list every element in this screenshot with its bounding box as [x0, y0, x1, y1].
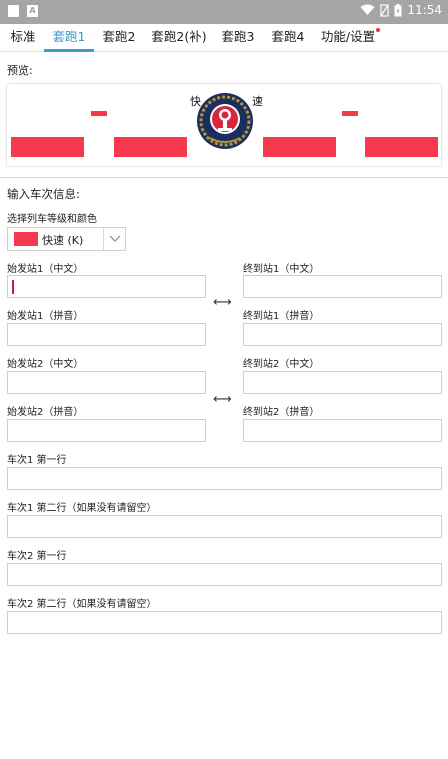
tab-run1[interactable]: 套跑1 — [44, 24, 94, 52]
battery-icon — [394, 3, 402, 16]
tab-run2-supplement[interactable]: 套跑2(补) — [150, 24, 208, 52]
train1-line1-input[interactable] — [7, 467, 442, 490]
settings-badge-dot — [376, 28, 380, 32]
end1-cn-label: 终到站1（中文） — [243, 264, 320, 275]
preview-bar-1 — [11, 137, 84, 157]
swap-stations-2-button[interactable]: ⟷ — [213, 393, 232, 406]
active-tab-indicator — [44, 49, 94, 52]
railway-logo-icon — [197, 93, 253, 149]
tab-bar: 标准 套跑1 套跑2 套跑2(补) 套跑3 套跑4 功能/设置 — [0, 24, 448, 52]
end1-py-label: 终到站1（拼音） — [243, 311, 320, 322]
start1-cn-input[interactable] — [7, 275, 206, 298]
wifi-icon — [360, 4, 375, 15]
preview-canvas: 快 速 — [7, 84, 441, 166]
train1-line2-input[interactable] — [7, 515, 442, 538]
start1-cn-label: 始发站1（中文） — [7, 264, 84, 275]
preview-small-bar-left — [91, 111, 107, 116]
status-indicators: 11:54 — [360, 3, 442, 17]
status-bar: A 11:54 — [0, 0, 448, 24]
end2-cn-label: 终到站2（中文） — [243, 359, 320, 370]
grade-select[interactable]: 快速 (K) — [7, 227, 126, 251]
start2-py-input[interactable] — [7, 419, 206, 442]
notification-a-icon: A — [27, 5, 38, 17]
end2-cn-input[interactable] — [243, 371, 442, 394]
start2-cn-input[interactable] — [7, 371, 206, 394]
preview-bar-2 — [114, 137, 187, 157]
section-divider — [0, 177, 448, 178]
tab-run2[interactable]: 套跑2 — [101, 24, 137, 52]
train2-line2-label: 车次2 第二行（如果没有请留空） — [7, 599, 157, 610]
text-cursor — [12, 280, 14, 294]
preview-bar-4 — [365, 137, 438, 157]
tab-settings[interactable]: 功能/设置 — [320, 24, 376, 52]
train1-line1-label: 车次1 第一行 — [7, 455, 67, 466]
train2-line1-input[interactable] — [7, 563, 442, 586]
grade-select-value: 快速 (K) — [42, 234, 84, 247]
notification-icon — [8, 5, 19, 17]
preview-title: 预览: — [7, 64, 33, 77]
end1-py-input[interactable] — [243, 323, 442, 346]
end2-py-label: 终到站2（拼音） — [243, 407, 320, 418]
preview-bar-3 — [263, 137, 336, 157]
grade-label: 选择列车等级和颜色 — [7, 214, 97, 225]
start2-py-label: 始发站2（拼音） — [7, 407, 84, 418]
tab-run4[interactable]: 套跑4 — [270, 24, 306, 52]
train1-line2-label: 车次1 第二行（如果没有请留空） — [7, 503, 157, 514]
chevron-down-icon — [109, 235, 121, 242]
end2-py-input[interactable] — [243, 419, 442, 442]
form-section-title: 输入车次信息: — [7, 187, 80, 201]
start2-cn-label: 始发站2（中文） — [7, 359, 84, 370]
preview-small-bar-right — [342, 111, 358, 116]
grade-color-swatch — [14, 232, 38, 246]
train2-line1-label: 车次2 第一行 — [7, 551, 67, 562]
select-divider — [103, 228, 104, 250]
start1-py-label: 始发站1（拼音） — [7, 311, 84, 322]
end1-cn-input[interactable] — [243, 275, 442, 298]
status-notifications: A — [8, 5, 38, 17]
swap-stations-1-button[interactable]: ⟷ — [213, 296, 232, 309]
no-sim-icon — [380, 3, 390, 17]
clock: 11:54 — [407, 3, 442, 17]
tab-run3[interactable]: 套跑3 — [220, 24, 256, 52]
train2-line2-input[interactable] — [7, 611, 442, 634]
start1-py-input[interactable] — [7, 323, 206, 346]
tab-standard[interactable]: 标准 — [9, 24, 37, 52]
